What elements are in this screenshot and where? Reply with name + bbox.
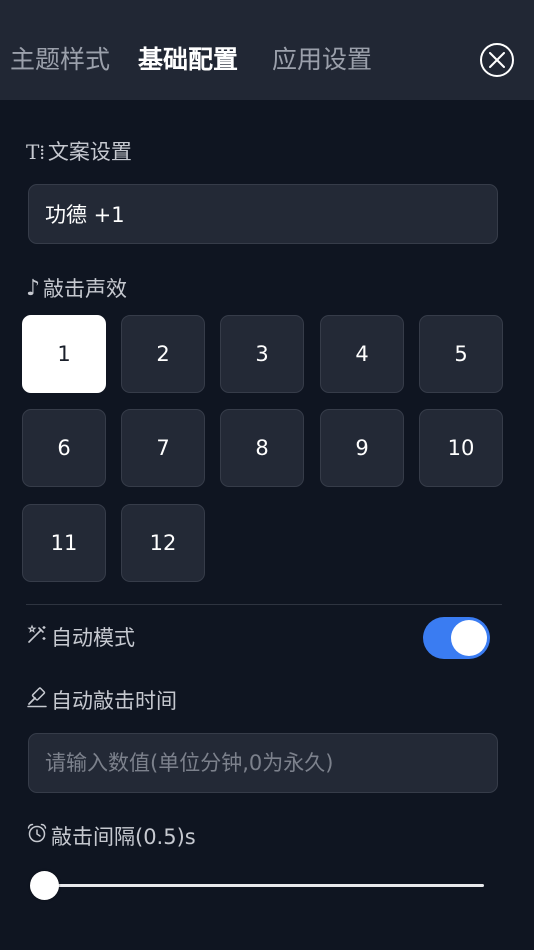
sound-effect-label: 敲击声效 bbox=[43, 277, 128, 301]
close-icon bbox=[489, 52, 505, 68]
magic-wand-icon bbox=[26, 623, 48, 653]
auto-time-heading: 自动敲击时间 bbox=[26, 686, 177, 716]
tab-basic-config[interactable]: 基础配置 bbox=[138, 42, 238, 78]
tab-bar: 主题样式 基础配置 应用设置 bbox=[0, 0, 534, 100]
gavel-icon bbox=[26, 686, 48, 716]
slider-thumb[interactable] bbox=[30, 871, 59, 900]
toggle-knob bbox=[451, 620, 487, 656]
alarm-clock-icon bbox=[26, 822, 48, 852]
auto-time-input[interactable] bbox=[28, 733, 498, 793]
slider-track bbox=[44, 884, 484, 887]
interval-heading: 敲击间隔(0.5)s bbox=[26, 822, 196, 852]
auto-mode-toggle[interactable] bbox=[423, 617, 490, 659]
sound-option-12[interactable]: 12 bbox=[121, 504, 205, 582]
music-note-icon: ♪ bbox=[26, 276, 41, 301]
sound-option-5[interactable]: 5 bbox=[419, 315, 503, 393]
text-setting-label: 文案设置 bbox=[47, 140, 132, 164]
interval-slider[interactable] bbox=[30, 868, 485, 904]
sound-option-4[interactable]: 4 bbox=[320, 315, 404, 393]
sound-effect-heading: ♪ 敲击声效 bbox=[26, 274, 127, 304]
divider bbox=[26, 604, 502, 605]
text-icon: T⁞ bbox=[26, 140, 45, 164]
tab-app-settings[interactable]: 应用设置 bbox=[272, 42, 372, 78]
text-setting-input[interactable] bbox=[28, 184, 498, 244]
auto-mode-label: 自动模式 bbox=[51, 626, 135, 650]
auto-mode-heading: 自动模式 bbox=[26, 623, 135, 653]
tab-theme-style[interactable]: 主题样式 bbox=[10, 42, 110, 78]
interval-label: 敲击间隔(0.5)s bbox=[51, 825, 196, 849]
sound-option-3[interactable]: 3 bbox=[220, 315, 304, 393]
sound-option-7[interactable]: 7 bbox=[121, 409, 205, 487]
sound-option-9[interactable]: 9 bbox=[320, 409, 404, 487]
text-setting-heading: T⁞ 文案设置 bbox=[26, 137, 132, 167]
sound-option-2[interactable]: 2 bbox=[121, 315, 205, 393]
sound-option-6[interactable]: 6 bbox=[22, 409, 106, 487]
sound-option-11[interactable]: 11 bbox=[22, 504, 106, 582]
sound-option-1[interactable]: 1 bbox=[22, 315, 106, 393]
auto-time-label: 自动敲击时间 bbox=[51, 689, 177, 713]
sound-option-10[interactable]: 10 bbox=[419, 409, 503, 487]
sound-option-8[interactable]: 8 bbox=[220, 409, 304, 487]
close-button[interactable] bbox=[480, 43, 514, 77]
settings-panel: 主题样式 基础配置 应用设置 T⁞ 文案设置 ♪ 敲击声效 1 2 3 4 5 … bbox=[0, 0, 534, 950]
